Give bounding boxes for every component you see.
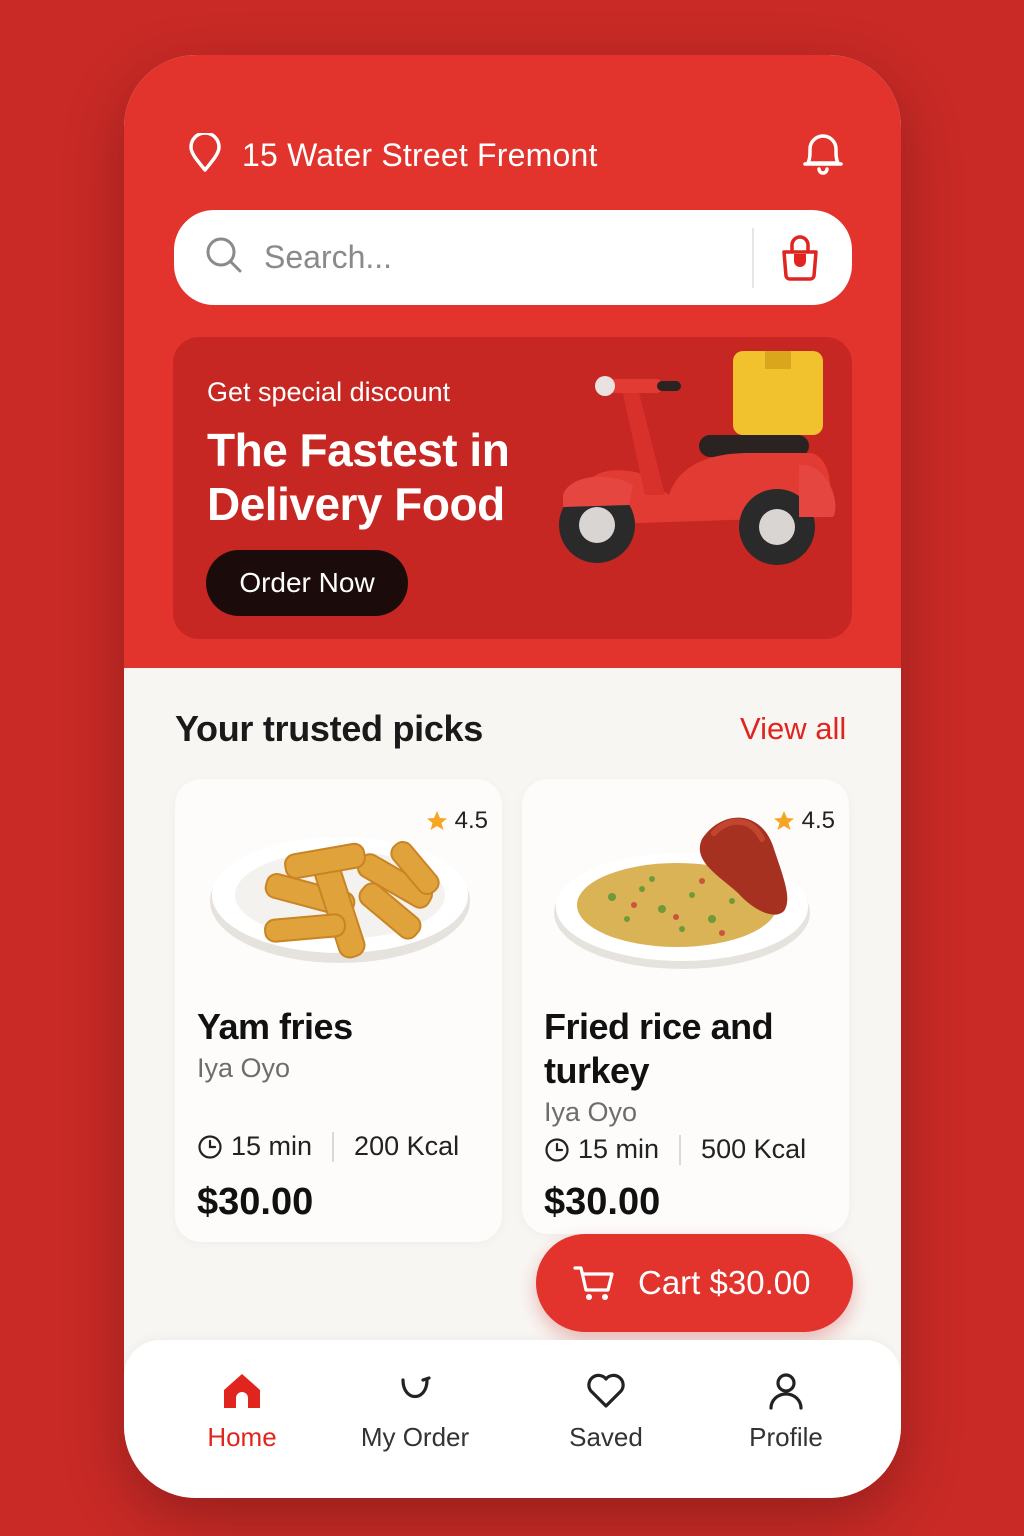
calories: 500 Kcal (701, 1134, 807, 1164)
map-pin-icon (188, 131, 222, 178)
banner-title: The Fastest in Delivery Food (207, 424, 510, 530)
banner-subtitle: Get special discount (207, 377, 451, 407)
prep-time: 15 min (231, 1131, 313, 1161)
header-area: 15 Water Street Fremont Search... Get sp… (124, 55, 901, 668)
heart-icon (587, 1373, 625, 1408)
food-vendor: Iya Oyo (197, 1053, 291, 1083)
search-input[interactable] (264, 239, 724, 276)
delivery-scooter-illustration (549, 345, 849, 590)
cart-button[interactable]: Cart $30.00 (536, 1234, 853, 1332)
nav-my-order[interactable]: My Order (340, 1370, 490, 1453)
food-price: $30.00 (544, 1181, 661, 1223)
promo-banner: Get special discount The Fastest in Deli… (173, 337, 852, 639)
calories: 200 Kcal (354, 1131, 460, 1161)
view-all-link[interactable]: View all (740, 711, 846, 747)
location-text: 15 Water Street Fremont (242, 137, 598, 173)
food-card[interactable]: 4.5 Fried rice and turkey Iya Oyo 15 min… (522, 779, 849, 1234)
clock-icon (545, 1137, 569, 1162)
cart-icon (573, 1266, 614, 1300)
food-price: $30.00 (197, 1181, 314, 1223)
order-icon (401, 1376, 431, 1398)
nav-saved[interactable]: Saved (531, 1370, 681, 1453)
bell-icon[interactable] (800, 127, 846, 182)
section-title: Your trusted picks (175, 708, 484, 749)
yam-fries-image (205, 809, 475, 974)
nav-label: Saved (569, 1422, 643, 1452)
food-meta: 15 min 500 Kcal (544, 1134, 806, 1165)
food-name: Fried rice and turkey (544, 1006, 774, 1091)
shopping-bag-icon[interactable] (778, 234, 822, 287)
meta-divider (332, 1131, 335, 1162)
fried-rice-turkey-image (552, 809, 822, 974)
order-now-button[interactable]: Order Now (206, 550, 408, 616)
user-icon (769, 1373, 803, 1410)
nav-label: My Order (360, 1422, 470, 1452)
clock-icon (198, 1134, 222, 1159)
location-selector[interactable]: 15 Water Street Fremont (188, 131, 598, 178)
meta-divider (679, 1134, 682, 1165)
nav-label: Profile (749, 1422, 823, 1452)
food-vendor: Iya Oyo (544, 1097, 638, 1127)
search-divider (752, 228, 754, 288)
food-meta: 15 min 200 Kcal (197, 1131, 459, 1162)
search-icon (204, 235, 244, 280)
food-card[interactable]: 4.5 Yam fries Iya Oyo 15 min 200 Kcal $3… (175, 779, 502, 1242)
phone-screen: 15 Water Street Fremont Search... Get sp… (124, 55, 901, 1498)
nav-profile[interactable]: Profile (711, 1370, 861, 1453)
nav-home[interactable]: Home (167, 1370, 317, 1453)
prep-time: 15 min (578, 1134, 660, 1164)
nav-label: Home (207, 1422, 277, 1452)
cart-label: Cart $30.00 (638, 1264, 811, 1301)
bottom-nav: Home My Order Saved Profile (124, 1340, 901, 1498)
food-name: Yam fries (197, 1006, 353, 1047)
search-bar (174, 210, 852, 305)
home-icon (224, 1374, 260, 1408)
